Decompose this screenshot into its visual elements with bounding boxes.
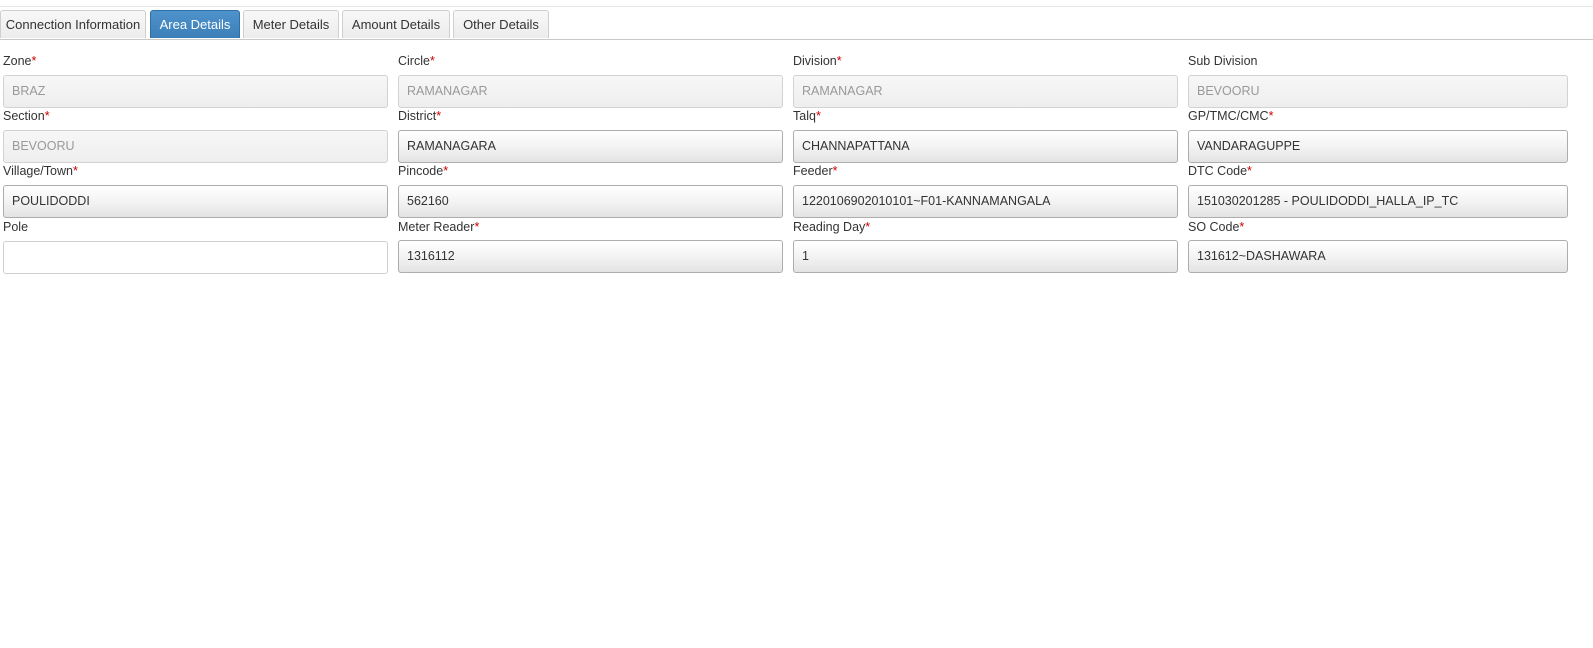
meter-reader-label: Meter Reader* [398, 220, 480, 234]
gp-tmc-cmc-label: GP/TMC/CMC* [1188, 109, 1274, 123]
village-town-label: Village/Town* [3, 164, 78, 178]
reading-day-select[interactable]: 1 [793, 240, 1178, 273]
circle-label: Circle* [398, 54, 435, 68]
circle-field: RAMANAGAR [398, 75, 783, 108]
required-marker: * [1239, 220, 1245, 234]
sub-division-field: BEVOORU [1188, 75, 1568, 108]
dtc-code-label: DTC Code* [1188, 164, 1252, 178]
zone-label: Zone* [3, 54, 37, 68]
so-code-label: SO Code* [1188, 220, 1245, 234]
section-field: BEVOORU [3, 130, 388, 163]
meter-reader-select[interactable]: 1316112 [398, 240, 783, 273]
required-marker: * [443, 164, 449, 178]
tab-other-details[interactable]: Other Details [453, 10, 549, 38]
dtc-code-select[interactable]: 151030201285 - POULIDODDI_HALLA_IP_TC [1188, 185, 1568, 218]
pole-label: Pole [3, 220, 29, 234]
required-marker: * [429, 54, 435, 68]
sub-division-label: Sub Division [1188, 54, 1258, 68]
top-divider [0, 6, 1593, 7]
zone-field: BRAZ [3, 75, 388, 108]
section-label: Section* [3, 109, 50, 123]
required-marker: * [865, 220, 871, 234]
so-code-select[interactable]: 131612~DASHAWARA [1188, 240, 1568, 273]
feeder-select[interactable]: 1220106902010101~F01-KANNAMANGALA [793, 185, 1178, 218]
talq-select[interactable]: CHANNAPATTANA [793, 130, 1178, 163]
pincode-label: Pincode* [398, 164, 449, 178]
district-label: District* [398, 109, 442, 123]
division-field: RAMANAGAR [793, 75, 1178, 108]
tab-amount-details[interactable]: Amount Details [342, 10, 450, 38]
talq-label: Talq* [793, 109, 821, 123]
pincode-select[interactable]: 562160 [398, 185, 783, 218]
village-town-select[interactable]: POULIDODDI [3, 185, 388, 218]
tab-meter-details[interactable]: Meter Details [243, 10, 339, 38]
required-marker: * [1268, 109, 1274, 123]
gp-tmc-cmc-select[interactable]: VANDARAGUPPE [1188, 130, 1568, 163]
required-marker: * [832, 164, 838, 178]
required-marker: * [474, 220, 480, 234]
tab-bar: Connection Information Area Details Mete… [0, 10, 1593, 40]
division-label: Division* [793, 54, 842, 68]
required-marker: * [815, 109, 821, 123]
required-marker: * [836, 54, 842, 68]
reading-day-label: Reading Day* [793, 220, 871, 234]
district-select[interactable]: RAMANAGARA [398, 130, 783, 163]
feeder-label: Feeder* [793, 164, 838, 178]
tab-area-details[interactable]: Area Details [150, 10, 240, 38]
required-marker: * [31, 54, 37, 68]
required-marker: * [72, 164, 78, 178]
tab-connection-information[interactable]: Connection Information [0, 10, 146, 38]
required-marker: * [1247, 164, 1252, 178]
required-marker: * [436, 109, 442, 123]
pole-input[interactable] [3, 241, 388, 274]
required-marker: * [44, 109, 50, 123]
